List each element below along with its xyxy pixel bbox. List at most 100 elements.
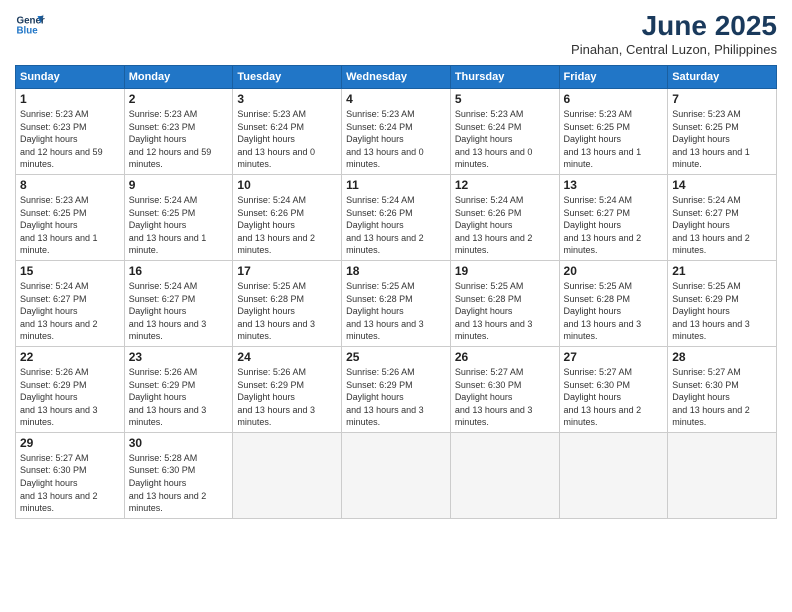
day-info: Sunrise: 5:25 AMSunset: 6:28 PMDaylight … — [237, 280, 337, 343]
day-number: 9 — [129, 178, 229, 192]
day-info: Sunrise: 5:27 AMSunset: 6:30 PMDaylight … — [455, 366, 555, 429]
day-info: Sunrise: 5:24 AMSunset: 6:26 PMDaylight … — [455, 194, 555, 257]
day-info: Sunrise: 5:24 AMSunset: 6:26 PMDaylight … — [237, 194, 337, 257]
table-row: 4 Sunrise: 5:23 AMSunset: 6:24 PMDayligh… — [342, 89, 451, 175]
day-number: 11 — [346, 178, 446, 192]
day-info: Sunrise: 5:23 AMSunset: 6:25 PMDaylight … — [564, 108, 664, 171]
calendar-table: Sunday Monday Tuesday Wednesday Thursday… — [15, 65, 777, 519]
day-info: Sunrise: 5:23 AMSunset: 6:23 PMDaylight … — [20, 108, 120, 171]
table-row: 23 Sunrise: 5:26 AMSunset: 6:29 PMDaylig… — [124, 346, 233, 432]
day-number: 16 — [129, 264, 229, 278]
day-info: Sunrise: 5:26 AMSunset: 6:29 PMDaylight … — [20, 366, 120, 429]
day-number: 17 — [237, 264, 337, 278]
calendar-header-row: Sunday Monday Tuesday Wednesday Thursday… — [16, 66, 777, 89]
day-info: Sunrise: 5:24 AMSunset: 6:27 PMDaylight … — [129, 280, 229, 343]
table-row: 25 Sunrise: 5:26 AMSunset: 6:29 PMDaylig… — [342, 346, 451, 432]
day-info: Sunrise: 5:27 AMSunset: 6:30 PMDaylight … — [20, 452, 120, 515]
header: General Blue June 2025 Pinahan, Central … — [15, 10, 777, 57]
col-monday: Monday — [124, 66, 233, 89]
day-info: Sunrise: 5:27 AMSunset: 6:30 PMDaylight … — [672, 366, 772, 429]
day-number: 20 — [564, 264, 664, 278]
table-row: 26 Sunrise: 5:27 AMSunset: 6:30 PMDaylig… — [450, 346, 559, 432]
table-row: 14 Sunrise: 5:24 AMSunset: 6:27 PMDaylig… — [668, 174, 777, 260]
day-number: 10 — [237, 178, 337, 192]
table-row: 18 Sunrise: 5:25 AMSunset: 6:28 PMDaylig… — [342, 260, 451, 346]
table-row: 30 Sunrise: 5:28 AMSunset: 6:30 PMDaylig… — [124, 432, 233, 518]
page: General Blue June 2025 Pinahan, Central … — [0, 0, 792, 612]
day-info: Sunrise: 5:25 AMSunset: 6:28 PMDaylight … — [346, 280, 446, 343]
table-row: 28 Sunrise: 5:27 AMSunset: 6:30 PMDaylig… — [668, 346, 777, 432]
day-info: Sunrise: 5:27 AMSunset: 6:30 PMDaylight … — [564, 366, 664, 429]
table-row: 24 Sunrise: 5:26 AMSunset: 6:29 PMDaylig… — [233, 346, 342, 432]
col-tuesday: Tuesday — [233, 66, 342, 89]
day-number: 12 — [455, 178, 555, 192]
calendar-week-2: 8 Sunrise: 5:23 AMSunset: 6:25 PMDayligh… — [16, 174, 777, 260]
day-number: 18 — [346, 264, 446, 278]
day-number: 24 — [237, 350, 337, 364]
table-row: 12 Sunrise: 5:24 AMSunset: 6:26 PMDaylig… — [450, 174, 559, 260]
table-row: 1 Sunrise: 5:23 AMSunset: 6:23 PMDayligh… — [16, 89, 125, 175]
table-row: 2 Sunrise: 5:23 AMSunset: 6:23 PMDayligh… — [124, 89, 233, 175]
table-row: 22 Sunrise: 5:26 AMSunset: 6:29 PMDaylig… — [16, 346, 125, 432]
day-info: Sunrise: 5:23 AMSunset: 6:23 PMDaylight … — [129, 108, 229, 171]
table-row — [342, 432, 451, 518]
table-row: 5 Sunrise: 5:23 AMSunset: 6:24 PMDayligh… — [450, 89, 559, 175]
day-number: 14 — [672, 178, 772, 192]
day-number: 15 — [20, 264, 120, 278]
day-number: 6 — [564, 92, 664, 106]
table-row — [668, 432, 777, 518]
table-row: 19 Sunrise: 5:25 AMSunset: 6:28 PMDaylig… — [450, 260, 559, 346]
calendar-week-5: 29 Sunrise: 5:27 AMSunset: 6:30 PMDaylig… — [16, 432, 777, 518]
calendar-week-1: 1 Sunrise: 5:23 AMSunset: 6:23 PMDayligh… — [16, 89, 777, 175]
table-row: 13 Sunrise: 5:24 AMSunset: 6:27 PMDaylig… — [559, 174, 668, 260]
day-info: Sunrise: 5:23 AMSunset: 6:24 PMDaylight … — [237, 108, 337, 171]
day-info: Sunrise: 5:24 AMSunset: 6:26 PMDaylight … — [346, 194, 446, 257]
col-wednesday: Wednesday — [342, 66, 451, 89]
day-number: 30 — [129, 436, 229, 450]
day-number: 5 — [455, 92, 555, 106]
day-number: 19 — [455, 264, 555, 278]
col-friday: Friday — [559, 66, 668, 89]
day-number: 23 — [129, 350, 229, 364]
table-row: 29 Sunrise: 5:27 AMSunset: 6:30 PMDaylig… — [16, 432, 125, 518]
table-row: 3 Sunrise: 5:23 AMSunset: 6:24 PMDayligh… — [233, 89, 342, 175]
day-number: 2 — [129, 92, 229, 106]
day-info: Sunrise: 5:25 AMSunset: 6:29 PMDaylight … — [672, 280, 772, 343]
table-row: 16 Sunrise: 5:24 AMSunset: 6:27 PMDaylig… — [124, 260, 233, 346]
day-number: 21 — [672, 264, 772, 278]
table-row — [559, 432, 668, 518]
day-number: 27 — [564, 350, 664, 364]
title-section: June 2025 Pinahan, Central Luzon, Philip… — [571, 10, 777, 57]
day-info: Sunrise: 5:28 AMSunset: 6:30 PMDaylight … — [129, 452, 229, 515]
day-info: Sunrise: 5:24 AMSunset: 6:27 PMDaylight … — [672, 194, 772, 257]
location: Pinahan, Central Luzon, Philippines — [571, 42, 777, 57]
table-row: 27 Sunrise: 5:27 AMSunset: 6:30 PMDaylig… — [559, 346, 668, 432]
table-row: 6 Sunrise: 5:23 AMSunset: 6:25 PMDayligh… — [559, 89, 668, 175]
table-row: 8 Sunrise: 5:23 AMSunset: 6:25 PMDayligh… — [16, 174, 125, 260]
table-row: 11 Sunrise: 5:24 AMSunset: 6:26 PMDaylig… — [342, 174, 451, 260]
day-number: 26 — [455, 350, 555, 364]
day-info: Sunrise: 5:23 AMSunset: 6:25 PMDaylight … — [672, 108, 772, 171]
day-info: Sunrise: 5:26 AMSunset: 6:29 PMDaylight … — [129, 366, 229, 429]
day-info: Sunrise: 5:26 AMSunset: 6:29 PMDaylight … — [346, 366, 446, 429]
col-saturday: Saturday — [668, 66, 777, 89]
table-row: 17 Sunrise: 5:25 AMSunset: 6:28 PMDaylig… — [233, 260, 342, 346]
day-info: Sunrise: 5:25 AMSunset: 6:28 PMDaylight … — [455, 280, 555, 343]
col-thursday: Thursday — [450, 66, 559, 89]
day-info: Sunrise: 5:24 AMSunset: 6:27 PMDaylight … — [564, 194, 664, 257]
day-info: Sunrise: 5:23 AMSunset: 6:24 PMDaylight … — [455, 108, 555, 171]
month-title: June 2025 — [571, 10, 777, 42]
day-info: Sunrise: 5:25 AMSunset: 6:28 PMDaylight … — [564, 280, 664, 343]
logo-icon: General Blue — [15, 10, 45, 40]
day-info: Sunrise: 5:23 AMSunset: 6:24 PMDaylight … — [346, 108, 446, 171]
svg-text:Blue: Blue — [17, 25, 39, 36]
day-info: Sunrise: 5:23 AMSunset: 6:25 PMDaylight … — [20, 194, 120, 257]
table-row: 9 Sunrise: 5:24 AMSunset: 6:25 PMDayligh… — [124, 174, 233, 260]
day-info: Sunrise: 5:24 AMSunset: 6:27 PMDaylight … — [20, 280, 120, 343]
day-info: Sunrise: 5:26 AMSunset: 6:29 PMDaylight … — [237, 366, 337, 429]
table-row: 21 Sunrise: 5:25 AMSunset: 6:29 PMDaylig… — [668, 260, 777, 346]
day-number: 29 — [20, 436, 120, 450]
day-number: 13 — [564, 178, 664, 192]
col-sunday: Sunday — [16, 66, 125, 89]
day-number: 28 — [672, 350, 772, 364]
